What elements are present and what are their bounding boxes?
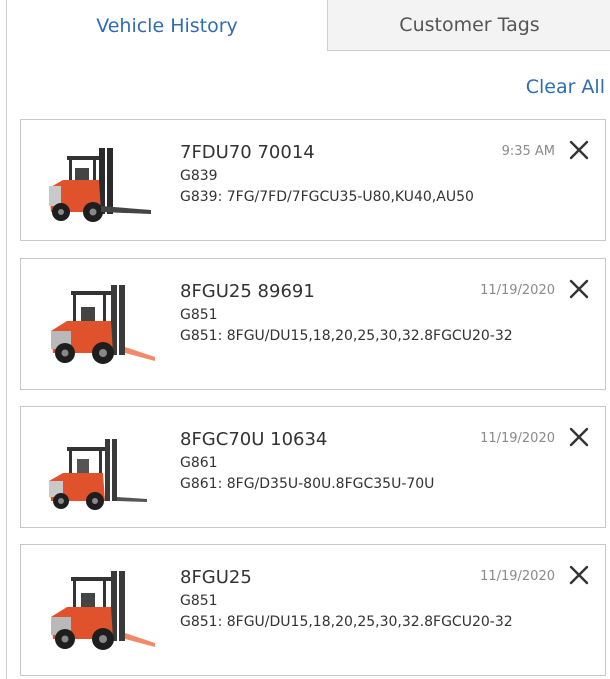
vehicle-code: G851 [180,307,218,323]
vehicle-code: G839 [180,168,218,184]
close-icon[interactable] [567,277,591,301]
close-icon[interactable] [567,563,591,587]
vehicle-description: G851: 8FGU/DU15,18,20,25,30,32.8FGCU20-3… [180,614,513,630]
tab-bar: Vehicle History Customer Tags [7,0,610,51]
history-card[interactable]: 8FGU25 G851 G851: 8FGU/DU15,18,20,25,30,… [20,544,606,676]
close-icon[interactable] [567,425,591,449]
history-timestamp: 9:35 AM [501,144,555,159]
history-timestamp: 11/19/2020 [480,283,555,298]
history-card[interactable]: 8FGC70U 10634 G861 G861: 8FG/D35U-80U.8F… [20,406,606,528]
forklift-image [51,285,155,364]
close-icon[interactable] [567,138,591,162]
vehicle-code: G861 [180,455,218,471]
forklift-image [49,439,147,510]
history-timestamp: 11/19/2020 [480,431,555,446]
vehicle-description: G839: 7FG/7FD/7FGCU35-U80,KU40,AU50 [180,189,474,205]
vehicle-description: G851: 8FGU/DU15,18,20,25,30,32.8FGCU20-3… [180,328,513,344]
history-card[interactable]: 8FGU25 89691 G851 G851: 8FGU/DU15,18,20,… [20,258,606,390]
forklift-image [49,148,151,222]
history-timestamp: 11/19/2020 [480,569,555,584]
history-card[interactable]: 7FDU70 70014 G839 G839: 7FG/7FD/7FGCU35-… [20,119,606,241]
tab-customer-tags[interactable]: Customer Tags [327,0,610,51]
vehicle-description: G861: 8FG/D35U-80U.8FGC35U-70U [180,476,435,492]
tab-vehicle-history[interactable]: Vehicle History [7,0,327,51]
vehicle-code: G851 [180,593,218,609]
forklift-image [51,571,155,650]
clear-all-link[interactable]: Clear All [526,76,605,98]
vehicle-history-panel: Vehicle History Customer Tags Clear All … [6,0,610,679]
